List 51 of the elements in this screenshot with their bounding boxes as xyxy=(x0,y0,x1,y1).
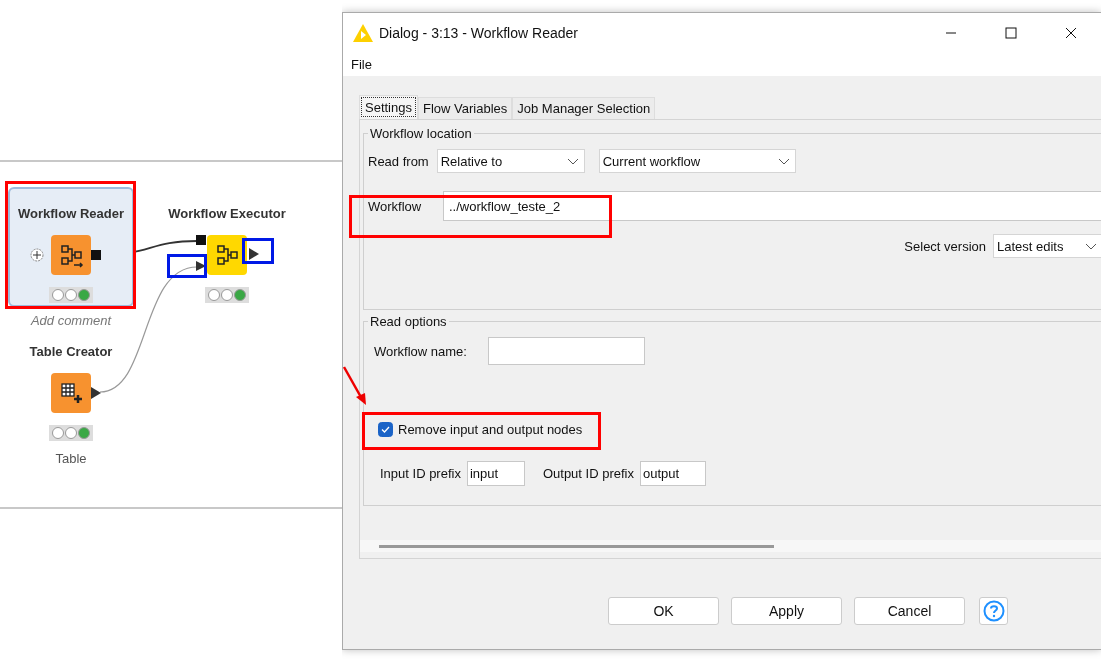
node-icon[interactable] xyxy=(207,235,247,275)
group-title: Workflow location xyxy=(369,126,473,141)
node-icon[interactable] xyxy=(51,235,91,275)
dialog-button[interactable]: Apply xyxy=(731,597,842,625)
node-title: Workflow Executor xyxy=(168,206,286,222)
field-label: Workflow xyxy=(368,198,423,214)
caret-icon xyxy=(778,159,789,165)
window-title: Dialog - 3:13 - Workflow Reader xyxy=(379,25,578,41)
group-title: Read options xyxy=(369,314,448,329)
node-title: Workflow Reader xyxy=(18,206,124,222)
dropdown[interactable]: Current workflow xyxy=(598,149,796,173)
close-icon xyxy=(1065,27,1077,39)
dropdown[interactable]: Relative to xyxy=(436,149,585,173)
node-comment[interactable]: Add comment xyxy=(30,313,112,328)
maximize-icon xyxy=(1005,27,1017,39)
help-button[interactable] xyxy=(979,597,1008,625)
field-label: Select version xyxy=(904,238,986,254)
caret-icon xyxy=(567,159,578,165)
dialog-button[interactable]: Cancel xyxy=(854,597,965,625)
node-icon[interactable] xyxy=(51,373,91,413)
node-comment[interactable]: Table xyxy=(55,451,87,466)
input-field[interactable] xyxy=(488,337,645,365)
highlight-frame xyxy=(242,238,274,264)
input-port-icon[interactable] xyxy=(196,261,206,271)
field-label: Read from xyxy=(368,153,429,169)
checkbox-label[interactable]: Remove input and output nodes xyxy=(398,422,583,437)
checkbox[interactable] xyxy=(378,422,393,437)
highlight-frame xyxy=(167,254,207,278)
node-card[interactable]: Workflow Executor xyxy=(164,187,290,307)
input-port-icon[interactable] xyxy=(196,235,206,245)
input-field[interactable]: ../workflow_teste_2 xyxy=(443,191,1101,221)
pointer-arrow xyxy=(342,365,368,407)
field-label: Workflow name: xyxy=(374,343,468,359)
scrollbar-thumb[interactable] xyxy=(379,545,774,548)
add-port-icon[interactable] xyxy=(30,248,44,262)
input-field[interactable]: input xyxy=(466,461,525,486)
field-label: Output ID prefix xyxy=(542,466,634,481)
input-field[interactable]: output xyxy=(640,461,706,486)
selected-node-card[interactable]: Workflow Reader xyxy=(8,187,134,307)
node-card[interactable]: Table Creator xyxy=(8,325,134,445)
dropdown[interactable]: Latest edits xyxy=(993,234,1101,258)
caret-icon xyxy=(1086,244,1096,250)
tab[interactable]: Flow Variables xyxy=(418,97,513,119)
tab[interactable]: Job Manager Selection xyxy=(512,97,656,119)
app-logo-icon xyxy=(353,24,373,42)
output-port-icon[interactable] xyxy=(249,248,259,260)
menu-item[interactable]: File xyxy=(351,57,372,72)
tab[interactable]: Settings xyxy=(359,95,418,119)
node-title: Table Creator xyxy=(29,344,113,360)
field-label: Input ID prefix xyxy=(380,466,461,481)
dialog-button[interactable]: OK xyxy=(608,597,719,625)
